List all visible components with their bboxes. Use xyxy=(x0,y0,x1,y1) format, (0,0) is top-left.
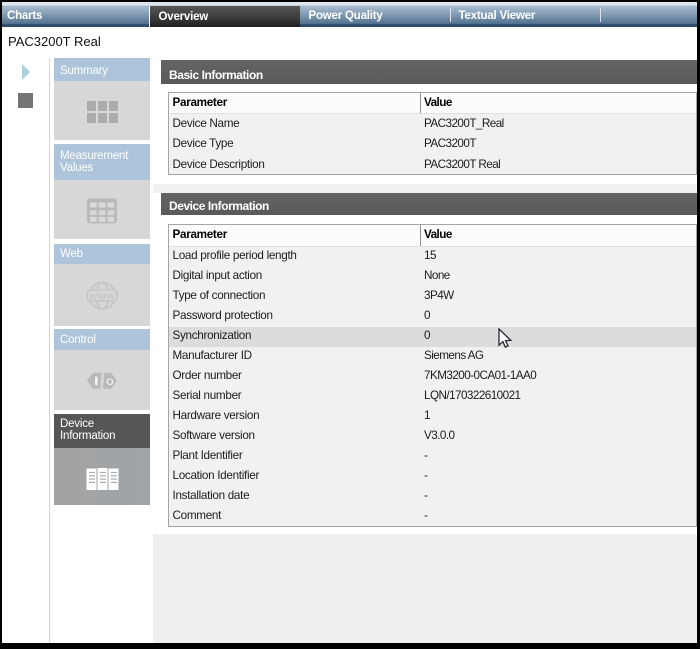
svg-text:O: O xyxy=(106,377,113,388)
svg-text:WWW: WWW xyxy=(89,291,115,301)
